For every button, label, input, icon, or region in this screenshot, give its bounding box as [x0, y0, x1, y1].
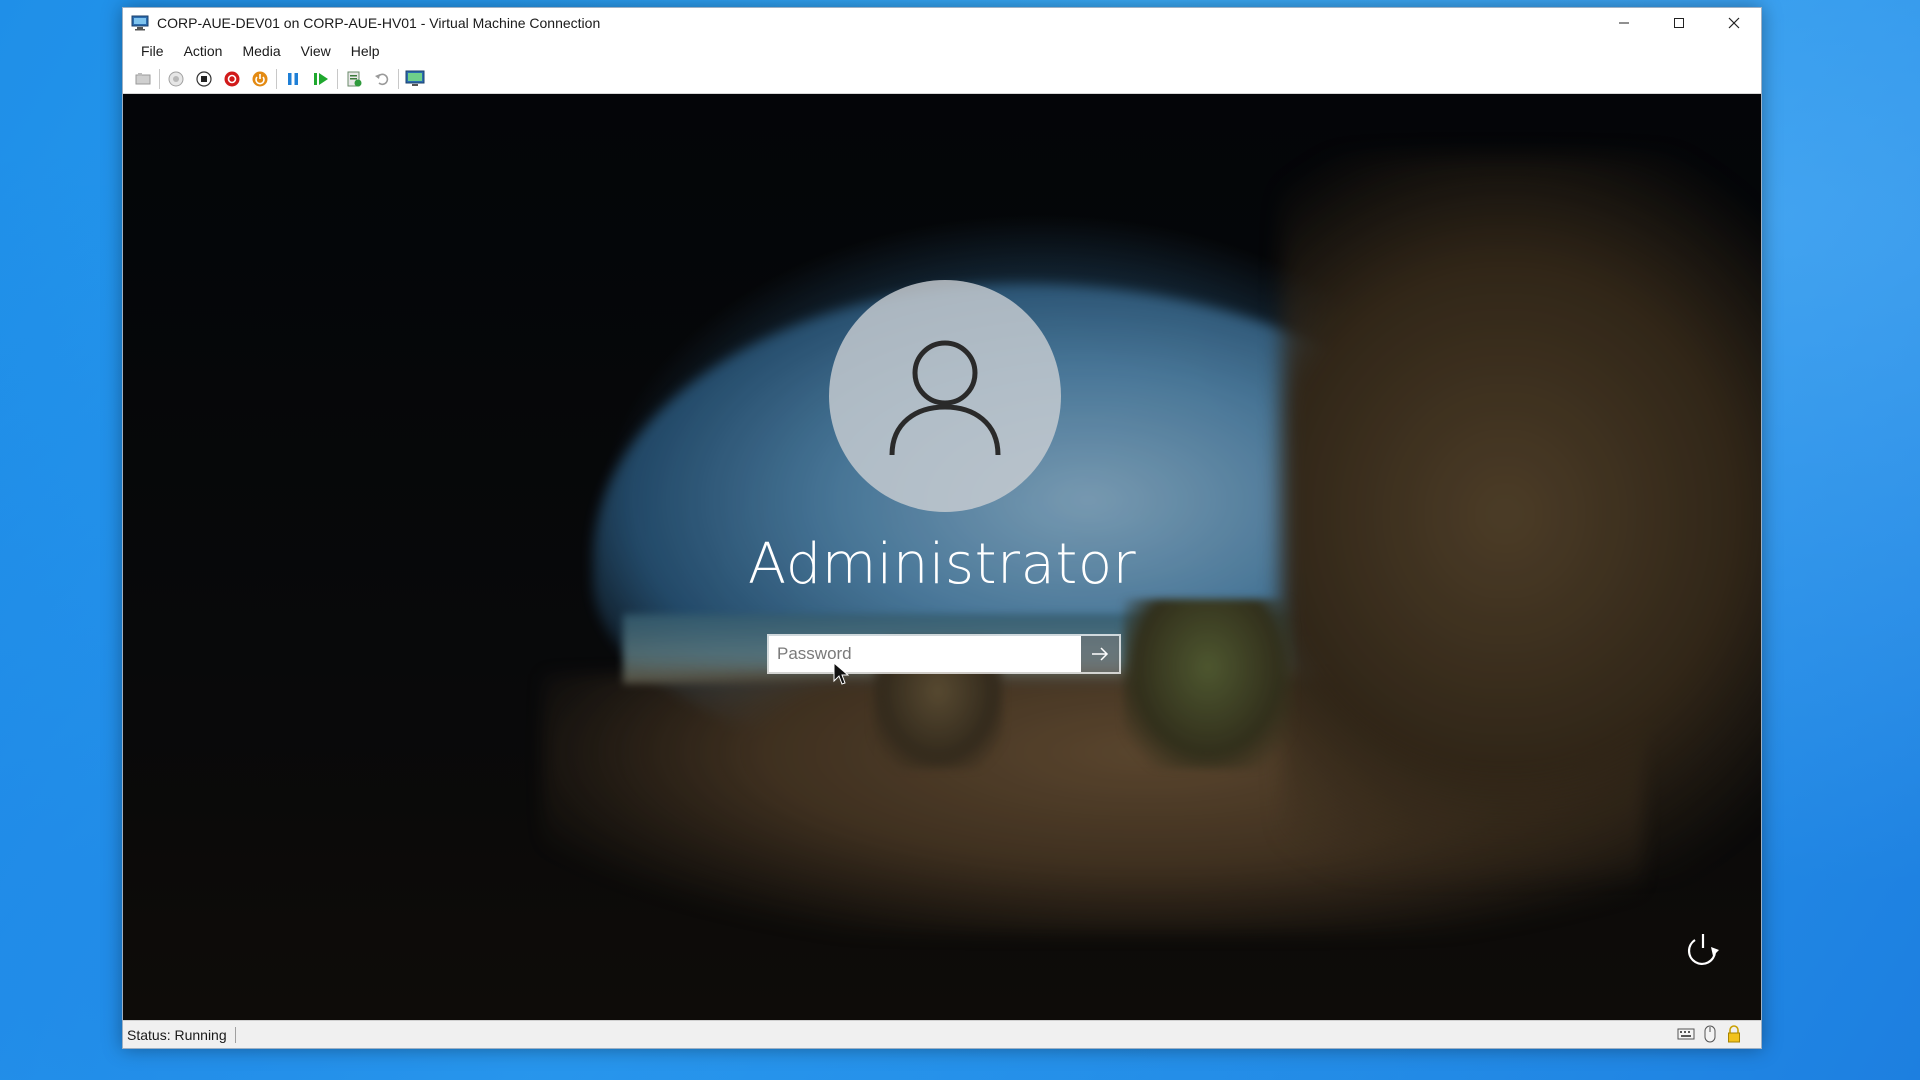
revert-icon	[375, 73, 389, 85]
menu-media[interactable]: Media	[232, 39, 290, 63]
resume-button[interactable]	[307, 67, 335, 91]
keyboard-icon	[1677, 1025, 1695, 1043]
maximize-button[interactable]	[1651, 8, 1706, 38]
ease-of-access-icon[interactable]	[1683, 930, 1723, 970]
close-button[interactable]	[1706, 8, 1761, 38]
lock-icon	[1725, 1025, 1743, 1043]
toolbar-separator	[398, 68, 399, 89]
shutdown-icon	[224, 71, 240, 86]
revert-button[interactable]	[368, 67, 396, 91]
password-box	[767, 634, 1121, 674]
user-icon	[889, 340, 1001, 456]
save-state-button[interactable]	[246, 67, 274, 91]
toolbar	[123, 64, 1761, 94]
window-title: CORP-AUE-DEV01 on CORP-AUE-HV01 - Virtua…	[157, 15, 601, 31]
vm-connection-app-icon	[131, 15, 149, 31]
vm-screen[interactable]: Administrator	[123, 94, 1761, 1020]
enhanced-session-icon	[405, 70, 425, 86]
pause-button[interactable]	[279, 67, 307, 91]
resume-icon	[314, 72, 328, 85]
status-bar: Status: Running	[123, 1020, 1761, 1048]
maximize-icon	[1673, 18, 1684, 28]
ctrl-alt-del-icon	[135, 72, 151, 84]
menu-file[interactable]: File	[131, 39, 174, 63]
menu-bar: File Action Media View Help	[123, 38, 1761, 64]
mouse-icon	[1701, 1025, 1719, 1043]
save-state-icon	[252, 71, 268, 86]
status-text: Status: Running	[127, 1026, 236, 1043]
login-username: Administrator	[747, 532, 1137, 597]
pause-icon	[288, 72, 298, 85]
vm-connection-window: CORP-AUE-DEV01 on CORP-AUE-HV01 - Virtua…	[122, 7, 1762, 1049]
turn-off-icon	[196, 70, 212, 87]
close-icon	[1728, 17, 1739, 29]
password-input[interactable]	[769, 636, 1081, 672]
turn-off-button[interactable]	[190, 67, 218, 91]
toolbar-separator	[337, 68, 338, 89]
status-icons	[1677, 1025, 1743, 1043]
enhanced-session-button[interactable]	[401, 67, 429, 91]
minimize-button[interactable]	[1596, 8, 1651, 38]
start-button[interactable]	[162, 67, 190, 91]
menu-help[interactable]: Help	[341, 39, 390, 63]
user-avatar	[829, 280, 1061, 512]
shutdown-button[interactable]	[218, 67, 246, 91]
minimize-icon	[1618, 22, 1629, 24]
submit-password-button[interactable]	[1081, 636, 1119, 672]
title-bar[interactable]: CORP-AUE-DEV01 on CORP-AUE-HV01 - Virtua…	[123, 8, 1761, 38]
start-icon	[168, 71, 184, 86]
arrow-right-icon	[1092, 647, 1109, 661]
checkpoint-button[interactable]	[340, 67, 368, 91]
mouse-pointer-icon	[833, 662, 849, 685]
ctrl-alt-del-button[interactable]	[129, 67, 157, 91]
menu-view[interactable]: View	[291, 39, 341, 63]
toolbar-separator	[159, 68, 160, 89]
window-controls	[1596, 8, 1761, 38]
checkpoint-icon	[347, 71, 362, 86]
menu-action[interactable]: Action	[174, 39, 233, 63]
toolbar-separator	[276, 68, 277, 89]
